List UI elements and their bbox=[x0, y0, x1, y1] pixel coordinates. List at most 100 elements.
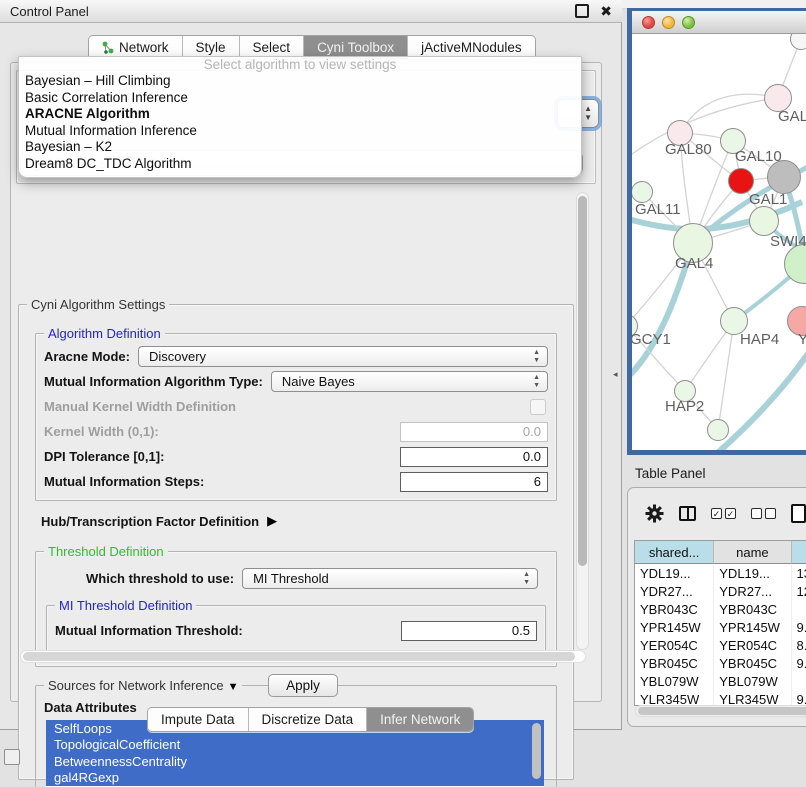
mi-threshold-definition-group: MI Threshold Definition Mutual Informati… bbox=[46, 605, 546, 654]
table-cell: 13 bbox=[792, 564, 806, 582]
tab-label: Network bbox=[119, 40, 169, 55]
table-row[interactable]: YPR145WYPR145W9. bbox=[635, 618, 806, 636]
table-cell: YDR27... bbox=[635, 582, 714, 600]
tab-label: Impute Data bbox=[161, 712, 235, 727]
table-cell: YBL079W bbox=[635, 672, 714, 690]
mi-threshold-definition-title: MI Threshold Definition bbox=[55, 598, 196, 613]
docked-panel-icon[interactable] bbox=[4, 749, 20, 765]
aracne-mode-label: Aracne Mode: bbox=[44, 349, 130, 364]
deselect-all-columns-icon[interactable] bbox=[751, 508, 776, 519]
combo-arrows-icon: ▲▼ bbox=[533, 349, 540, 365]
mi-threshold-label: Mutual Information Threshold: bbox=[55, 623, 243, 638]
dpi-tolerance-field[interactable]: 0.0 bbox=[400, 447, 548, 467]
table-cell: YBR045C bbox=[635, 654, 714, 672]
scrollbar-thumb[interactable] bbox=[23, 652, 575, 661]
gear-icon[interactable] bbox=[645, 504, 664, 523]
split-view-icon[interactable] bbox=[679, 506, 696, 521]
algorithm-option[interactable]: Dream8 DC_TDC Algorithm bbox=[19, 156, 581, 173]
table-cell: 8. bbox=[792, 636, 806, 654]
control-panel-title: Control Panel bbox=[10, 4, 575, 19]
network-window-titlebar[interactable] bbox=[632, 11, 806, 34]
table-row[interactable]: YBR043CYBR043C bbox=[635, 600, 806, 618]
apply-button[interactable]: Apply bbox=[268, 674, 338, 697]
table-horizontal-scrollbar[interactable] bbox=[635, 705, 806, 717]
network-node-label: GAL80 bbox=[665, 141, 712, 158]
data-attribute-item[interactable]: TopologicalCoefficient bbox=[46, 737, 544, 754]
algorithm-option[interactable]: ARACNE Algorithm bbox=[19, 106, 581, 123]
close-traffic-light-icon[interactable] bbox=[642, 16, 655, 29]
document-icon[interactable] bbox=[791, 504, 806, 523]
float-window-icon[interactable] bbox=[575, 4, 589, 18]
scrollbar-thumb[interactable] bbox=[638, 707, 806, 715]
table-column-header[interactable]: shared... bbox=[635, 541, 714, 564]
settings-vertical-scrollbar[interactable] bbox=[576, 192, 589, 650]
table-row[interactable]: YBL079WYBL079W bbox=[635, 672, 806, 690]
network-node[interactable] bbox=[707, 419, 729, 441]
expander-arrow-icon: ▶ bbox=[267, 513, 277, 529]
table-cell: YPR145W bbox=[714, 618, 791, 636]
data-attribute-item[interactable]: gal4RGexp bbox=[46, 770, 544, 787]
settings-horizontal-scrollbar[interactable] bbox=[20, 650, 586, 663]
algorithm-option[interactable]: Basic Correlation Inference bbox=[19, 90, 581, 107]
table-row[interactable]: YER054CYER054C8. bbox=[635, 636, 806, 654]
node-table[interactable]: shared...name YDL19...YDL19...13YDR27...… bbox=[634, 540, 806, 706]
algorithm-popup-prompt: Select algorithm to view settings bbox=[19, 57, 581, 73]
table-cell: 9. bbox=[792, 690, 806, 706]
table-column-header[interactable] bbox=[792, 541, 806, 564]
tab-impute-data[interactable]: Impute Data bbox=[148, 708, 249, 731]
hub-definition-expander[interactable]: Hub/Transcription Factor Definition ▶ bbox=[41, 513, 565, 529]
tab-label: Cyni Toolbox bbox=[317, 40, 394, 55]
table-cell: YBR043C bbox=[714, 600, 791, 618]
network-node[interactable] bbox=[632, 181, 653, 203]
close-icon[interactable]: ✖ bbox=[600, 6, 612, 16]
mi-type-combobox[interactable]: Naive Bayes ▲▼ bbox=[271, 371, 548, 392]
table-row[interactable]: YDR27...YDR27...12 bbox=[635, 582, 806, 600]
table-header-row: shared...name bbox=[635, 541, 806, 564]
network-canvas[interactable]: GALGAL80GAL10GAL11GAL1SWI4GAL4GCY1HAP4YH… bbox=[632, 34, 806, 450]
splitter-collapse-icon[interactable]: ◂ bbox=[613, 369, 618, 380]
combo-arrows-icon: ▲▼ bbox=[584, 104, 592, 122]
manual-kernel-checkbox[interactable] bbox=[530, 399, 546, 415]
tab-infer-network[interactable]: Infer Network bbox=[367, 708, 473, 731]
threshold-definition-title: Threshold Definition bbox=[44, 544, 168, 559]
kernel-width-field[interactable]: 0.0 bbox=[400, 422, 548, 442]
combo-arrows-icon: ▲▼ bbox=[533, 374, 540, 390]
control-panel-titlebar[interactable]: Control Panel ✖ bbox=[0, 0, 622, 23]
algorithm-option[interactable]: Mutual Information Inference bbox=[19, 123, 581, 140]
algorithm-definition-group: Algorithm Definition Aracne Mode: Discov… bbox=[35, 333, 557, 501]
tab-discretize-data[interactable]: Discretize Data bbox=[249, 708, 368, 731]
scrollbar-thumb[interactable] bbox=[578, 196, 587, 566]
table-panel: ✓ ✓ shared...name YDL19...YDL19...13YDR2… bbox=[627, 487, 806, 727]
which-threshold-combobox[interactable]: MI Threshold ▲▼ bbox=[242, 568, 538, 589]
table-cell: YBL079W bbox=[714, 672, 791, 690]
network-node[interactable] bbox=[767, 160, 801, 194]
mi-type-label: Mutual Information Algorithm Type: bbox=[44, 374, 263, 389]
algorithm-definition-title: Algorithm Definition bbox=[44, 326, 165, 341]
data-attribute-item[interactable]: BetweennessCentrality bbox=[46, 753, 544, 770]
table-column-header[interactable]: name bbox=[714, 541, 791, 564]
table-cell bbox=[792, 672, 806, 690]
select-all-columns-icon[interactable]: ✓ ✓ bbox=[711, 508, 736, 519]
collapse-arrow-icon: ▼ bbox=[228, 681, 239, 693]
algorithm-popup: Select algorithm to view settings Bayesi… bbox=[18, 56, 582, 178]
table-cell: YDL19... bbox=[635, 564, 714, 582]
network-node[interactable] bbox=[749, 206, 779, 236]
algorithm-option[interactable]: Bayesian – K2 bbox=[19, 139, 581, 156]
kernel-width-label: Kernel Width (0,1): bbox=[44, 424, 159, 439]
network-node-label: GAL1 bbox=[749, 191, 787, 208]
unchecked-box-icon bbox=[751, 508, 762, 519]
sources-group-title[interactable]: Sources for Network Inference▼ bbox=[44, 678, 242, 693]
combo-arrows-icon: ▲▼ bbox=[523, 571, 530, 587]
minimize-traffic-light-icon[interactable] bbox=[662, 16, 675, 29]
algorithm-option[interactable]: Bayesian – Hill Climbing bbox=[19, 73, 581, 90]
dpi-tolerance-label: DPI Tolerance [0,1]: bbox=[44, 449, 164, 464]
network-node-label: HAP2 bbox=[665, 398, 704, 415]
table-row[interactable]: YBR045CYBR045C9. bbox=[635, 654, 806, 672]
table-row[interactable]: YLR345WYLR345W9. bbox=[635, 690, 806, 706]
mi-steps-field[interactable]: 6 bbox=[400, 472, 548, 492]
table-row[interactable]: YDL19...YDL19...13 bbox=[635, 564, 806, 582]
mi-threshold-field[interactable]: 0.5 bbox=[401, 621, 537, 641]
zoom-traffic-light-icon[interactable] bbox=[682, 16, 695, 29]
aracne-mode-combobox[interactable]: Discovery ▲▼ bbox=[138, 346, 548, 367]
list-scrollbar-thumb[interactable] bbox=[532, 723, 541, 779]
